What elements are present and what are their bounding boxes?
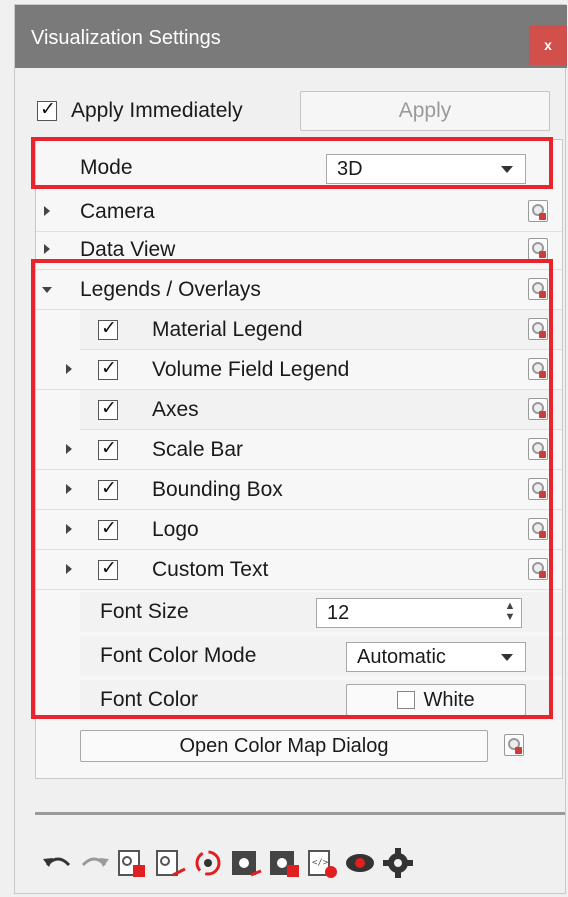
visibility-icon[interactable] xyxy=(343,845,377,881)
bottom-toolbar: </> xyxy=(41,845,561,885)
apply-button[interactable]: Apply xyxy=(300,91,550,131)
copy-settings-icon[interactable] xyxy=(115,845,149,881)
close-button[interactable]: x xyxy=(529,25,567,65)
expand-arrow-icon[interactable] xyxy=(44,244,50,254)
section-camera-label: Camera xyxy=(80,200,155,223)
divider xyxy=(35,812,565,815)
svg-text:</>: </> xyxy=(312,858,329,868)
settings-gear-icon[interactable] xyxy=(381,845,415,881)
title-bar: Visualization Settings x xyxy=(15,5,567,68)
expand-arrow-icon[interactable] xyxy=(44,206,50,216)
load-preset-icon[interactable] xyxy=(267,845,301,881)
apply-immediately-label: Apply Immediately xyxy=(71,99,243,122)
reset-section-icon[interactable] xyxy=(528,200,548,222)
reset-icon[interactable] xyxy=(191,845,225,881)
paste-settings-icon[interactable] xyxy=(153,845,187,881)
reset-item-icon[interactable] xyxy=(504,734,524,756)
reset-section-icon[interactable] xyxy=(528,238,548,260)
apply-row: ✓ Apply Immediately Apply xyxy=(35,91,555,131)
open-color-map-dialog-button[interactable]: Open Color Map Dialog xyxy=(80,730,488,762)
undo-icon[interactable] xyxy=(41,845,75,881)
highlight-box-legends xyxy=(31,259,553,719)
export-settings-icon[interactable]: </> xyxy=(305,845,339,881)
highlight-box-mode xyxy=(31,137,553,189)
visualization-settings-window: Visualization Settings x ✓ Apply Immedia… xyxy=(14,4,567,894)
window-title: Visualization Settings xyxy=(31,27,221,49)
redo-icon[interactable] xyxy=(77,845,111,881)
checkmark-icon: ✓ xyxy=(40,99,56,120)
save-preset-icon[interactable] xyxy=(229,845,263,881)
apply-immediately-checkbox[interactable]: ✓ xyxy=(37,99,57,121)
section-camera[interactable]: Camera xyxy=(36,192,562,232)
